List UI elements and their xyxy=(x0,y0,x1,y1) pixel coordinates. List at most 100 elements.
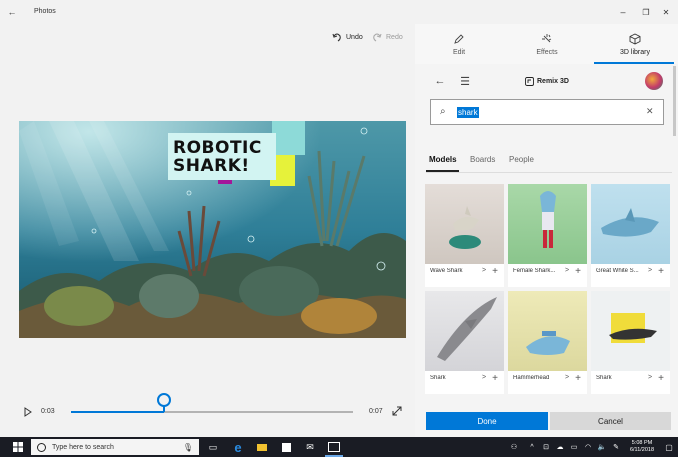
play-icon[interactable] xyxy=(23,407,33,417)
model-label: Wave Shark xyxy=(430,268,463,274)
system-clock[interactable]: 5:08 PM 6/11/2018 xyxy=(624,439,660,455)
clock-time: 5:08 PM xyxy=(631,440,653,446)
undo-icon xyxy=(332,33,341,42)
video-preview[interactable]: ROBOTIC SHARK! xyxy=(19,121,406,338)
chevron-right-icon: > xyxy=(648,374,653,381)
app-title: Photos xyxy=(34,8,56,15)
add-model-button[interactable]: + xyxy=(658,266,664,277)
add-model-button[interactable]: + xyxy=(575,373,581,384)
pencil-icon xyxy=(454,33,464,44)
add-model-button[interactable]: + xyxy=(492,266,498,277)
cube-icon xyxy=(629,32,641,45)
close-button[interactable]: ✕ xyxy=(658,5,674,19)
chevron-right-icon: > xyxy=(565,267,570,274)
model-card[interactable]: Great White S... > + xyxy=(591,184,670,287)
taskbar-search-placeholder: Type here to search xyxy=(52,443,114,451)
chevron-right-icon: > xyxy=(565,374,570,381)
model-label: Shark xyxy=(430,375,446,381)
hamburger-menu-icon[interactable]: ☰ xyxy=(458,75,472,88)
clock-date: 6/11/2018 xyxy=(629,447,655,453)
tab-edit[interactable]: Edit xyxy=(415,24,503,64)
model-card[interactable]: Shark > + xyxy=(425,291,504,394)
tab-effects[interactable]: Effects xyxy=(503,24,591,64)
remix3d-logo-icon xyxy=(525,77,534,86)
cloud-icon[interactable]: ☁ xyxy=(554,437,566,457)
model-label: Hammerhead xyxy=(513,375,550,381)
tab-3d-library[interactable]: 3D library xyxy=(591,24,678,64)
cancel-button[interactable]: Cancel xyxy=(550,412,671,430)
filter-divider xyxy=(426,172,672,173)
model-thumbnail xyxy=(425,184,504,264)
search-icon: ⌕ xyxy=(440,106,446,117)
search-box[interactable]: ⌕ shark ✕ xyxy=(430,99,664,125)
minimize-button[interactable]: – xyxy=(615,5,631,19)
search-input[interactable]: shark xyxy=(457,107,479,118)
seek-handle[interactable] xyxy=(157,393,172,407)
fullscreen-icon[interactable] xyxy=(392,406,402,416)
volume-icon[interactable]: 🔈 xyxy=(596,437,608,457)
text-overlay[interactable]: ROBOTIC SHARK! xyxy=(168,133,276,180)
edge-browser-icon[interactable]: e xyxy=(229,437,247,457)
model-card[interactable]: Wave Shark > + xyxy=(425,184,504,287)
redo-label: Redo xyxy=(386,33,403,41)
model-thumbnail xyxy=(591,184,670,264)
back-arrow-icon[interactable]: ← xyxy=(433,75,447,87)
avatar[interactable] xyxy=(645,72,663,90)
brand-name: Remix 3D xyxy=(537,78,569,85)
redo-button[interactable]: Redo xyxy=(372,30,403,44)
chevron-right-icon: > xyxy=(648,267,653,274)
title-bar: ← Photos – ❐ ✕ xyxy=(0,0,678,24)
pen-icon[interactable]: ✎ xyxy=(610,437,622,457)
tab-label: Effects xyxy=(536,48,558,56)
end-time: 0:07 xyxy=(369,408,383,415)
tab-label: Edit xyxy=(452,48,466,56)
remix3d-brand: Remix 3D xyxy=(525,77,569,86)
model-label: Shark xyxy=(596,375,612,381)
usb-icon[interactable]: ▭ xyxy=(568,437,580,457)
chevron-right-icon: > xyxy=(482,374,487,381)
network-icon[interactable]: ⊡ xyxy=(540,437,552,457)
action-center-icon[interactable]: ▢ xyxy=(662,437,676,457)
taskbar-search[interactable]: Type here to search 🎙 xyxy=(31,439,199,455)
sparkle-icon xyxy=(542,33,552,42)
filter-models[interactable]: Models xyxy=(429,155,457,164)
add-model-button[interactable]: + xyxy=(575,266,581,277)
wifi-icon[interactable]: ◠ xyxy=(582,437,594,457)
maximize-button[interactable]: ❐ xyxy=(638,5,654,19)
chevron-right-icon: > xyxy=(482,267,487,274)
model-card[interactable]: Hammerhead > + xyxy=(508,291,587,394)
current-time: 0:03 xyxy=(41,408,55,415)
mail-icon[interactable]: ✉ xyxy=(301,437,319,457)
filter-boards[interactable]: Boards xyxy=(470,155,495,164)
photos-app-icon[interactable] xyxy=(325,437,343,457)
model-card[interactable]: Female Shark... > + xyxy=(508,184,587,287)
seek-progress xyxy=(71,411,165,413)
done-button[interactable]: Done xyxy=(426,412,548,430)
model-card[interactable]: Shark > + xyxy=(591,291,670,394)
add-model-button[interactable]: + xyxy=(658,373,664,384)
clear-search-icon[interactable]: ✕ xyxy=(646,106,654,117)
chevron-up-icon[interactable]: ^ xyxy=(526,437,538,457)
back-icon[interactable]: ← xyxy=(6,6,18,18)
store-icon[interactable] xyxy=(277,437,295,457)
task-view-icon[interactable]: ▭ xyxy=(204,437,222,457)
model-thumbnail xyxy=(591,291,670,371)
file-explorer-icon[interactable] xyxy=(253,437,271,457)
taskbar: Type here to search 🎙 ▭ e ✉ ⚇ ^ ⊡ ☁ ▭ ◠ … xyxy=(0,437,678,457)
model-thumbnail xyxy=(508,184,587,264)
model-label: Female Shark... xyxy=(513,268,556,274)
overlay-line-1: ROBOTIC xyxy=(173,137,262,158)
overlay-line-2: SHARK! xyxy=(173,155,250,176)
model-thumbnail xyxy=(508,291,587,371)
people-icon[interactable]: ⚇ xyxy=(508,437,520,457)
panel-scrollbar[interactable] xyxy=(673,66,676,136)
tab-label: 3D library xyxy=(620,48,650,56)
model-thumbnail xyxy=(425,291,504,371)
undo-label: Undo xyxy=(346,33,363,41)
add-model-button[interactable]: + xyxy=(492,373,498,384)
microphone-icon: 🎙 xyxy=(182,442,193,452)
undo-button[interactable]: Undo xyxy=(332,30,363,44)
model-label: Great White S... xyxy=(596,268,639,274)
filter-people[interactable]: People xyxy=(509,155,534,164)
windows-start-icon[interactable] xyxy=(8,437,28,457)
